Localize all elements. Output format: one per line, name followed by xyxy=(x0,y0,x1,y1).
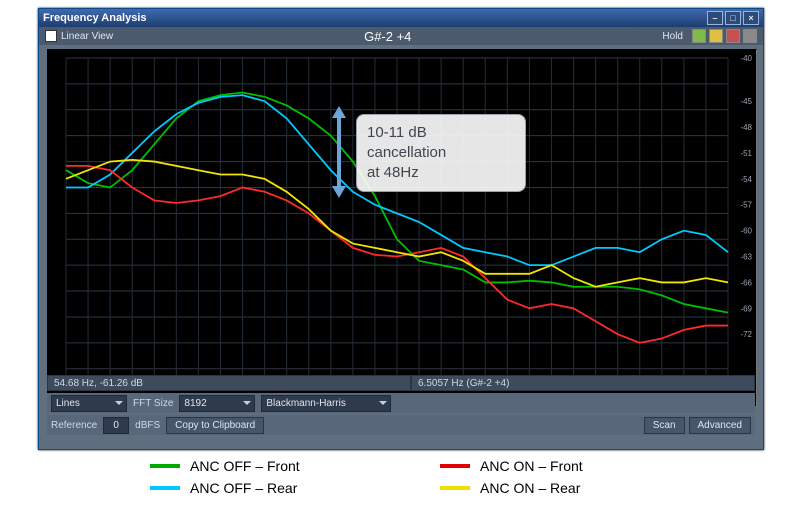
controls-row-2: Reference 0 dBFS Copy to Clipboard Scan … xyxy=(47,415,755,435)
linear-view-label: Linear View xyxy=(61,31,113,42)
svg-text:-63: -63 xyxy=(740,253,752,262)
minimize-button[interactable]: – xyxy=(707,11,723,25)
annotation-arrow xyxy=(326,106,352,198)
legend-label: ANC OFF – Front xyxy=(190,458,300,474)
svg-text:-45: -45 xyxy=(740,97,752,106)
callout-line2: cancellation xyxy=(367,143,515,163)
hold-slot-1[interactable] xyxy=(692,29,706,43)
callout-line3: at 48Hz xyxy=(367,163,515,183)
window-title: Frequency Analysis xyxy=(43,12,147,24)
graph-type-select[interactable]: Lines xyxy=(51,395,127,412)
hold-close-icon[interactable] xyxy=(743,29,757,43)
chart-svg: 4041424344454647484950515253545556575859… xyxy=(48,50,756,406)
hold-slot-2[interactable] xyxy=(709,29,723,43)
legend-anc-off-rear: ANC OFF – Rear xyxy=(150,480,380,496)
callout-line1: 10-11 dB xyxy=(367,123,515,143)
fft-size-label: FFT Size xyxy=(133,398,173,409)
legend-label: ANC OFF – Rear xyxy=(190,480,297,496)
svg-text:-66: -66 xyxy=(740,278,752,287)
reference-label: Reference xyxy=(51,420,97,431)
cursor-readout: 54.68 Hz, -61.26 dB xyxy=(47,375,411,391)
fft-size-select[interactable]: 8192 xyxy=(179,395,255,412)
legend-anc-on-front: ANC ON – Front xyxy=(440,458,670,474)
svg-text:-72: -72 xyxy=(740,330,752,339)
window-fn-select[interactable]: Blackmann-Harris xyxy=(261,395,391,412)
svg-text:-57: -57 xyxy=(740,201,752,210)
external-legend: ANC OFF – Front ANC ON – Front ANC OFF –… xyxy=(150,458,670,496)
legend-anc-off-front: ANC OFF – Front xyxy=(150,458,380,474)
svg-text:-54: -54 xyxy=(740,175,752,184)
legend-label: ANC ON – Rear xyxy=(480,480,580,496)
copy-button[interactable]: Copy to Clipboard xyxy=(166,417,264,434)
titlebar[interactable]: Frequency Analysis – □ × xyxy=(39,9,763,27)
legend-swatch-cyan xyxy=(150,486,180,490)
svg-text:-60: -60 xyxy=(740,227,752,236)
legend-label: ANC ON – Front xyxy=(480,458,583,474)
hold-label: Hold xyxy=(662,31,683,42)
chart-header: Linear View G#-2 +4 Hold xyxy=(39,27,763,45)
svg-text:-40: -40 xyxy=(740,54,752,63)
close-button[interactable]: × xyxy=(743,11,759,25)
legend-swatch-green xyxy=(150,464,180,468)
legend-anc-on-rear: ANC ON – Rear xyxy=(440,480,670,496)
svg-text:-69: -69 xyxy=(740,304,752,313)
controls-row-1: Lines FFT Size 8192 Blackmann-Harris xyxy=(47,393,755,413)
chart-area[interactable]: 4041424344454647484950515253545556575859… xyxy=(47,49,757,407)
advanced-button[interactable]: Advanced xyxy=(689,417,751,434)
maximize-button[interactable]: □ xyxy=(725,11,741,25)
note-readout: 6.5057 Hz (G#-2 +4) xyxy=(411,375,755,391)
chart-title: G#-2 +4 xyxy=(364,29,411,44)
annotation-callout: 10-11 dB cancellation at 48Hz xyxy=(356,114,526,192)
status-bar: 54.68 Hz, -61.26 dB 6.5057 Hz (G#-2 +4) xyxy=(47,375,755,391)
frequency-analysis-window: Frequency Analysis – □ × Linear View G#-… xyxy=(38,8,764,450)
window-buttons: – □ × xyxy=(707,11,759,25)
hold-slot-3[interactable] xyxy=(726,29,740,43)
svg-text:-51: -51 xyxy=(740,149,752,158)
legend-swatch-red xyxy=(440,464,470,468)
reference-value[interactable]: 0 xyxy=(103,417,129,434)
reference-unit: dBFS xyxy=(135,420,160,431)
linear-view-checkbox[interactable] xyxy=(45,30,57,42)
legend-swatch-yellow xyxy=(440,486,470,490)
scan-button[interactable]: Scan xyxy=(644,417,685,434)
svg-text:-48: -48 xyxy=(740,123,752,132)
